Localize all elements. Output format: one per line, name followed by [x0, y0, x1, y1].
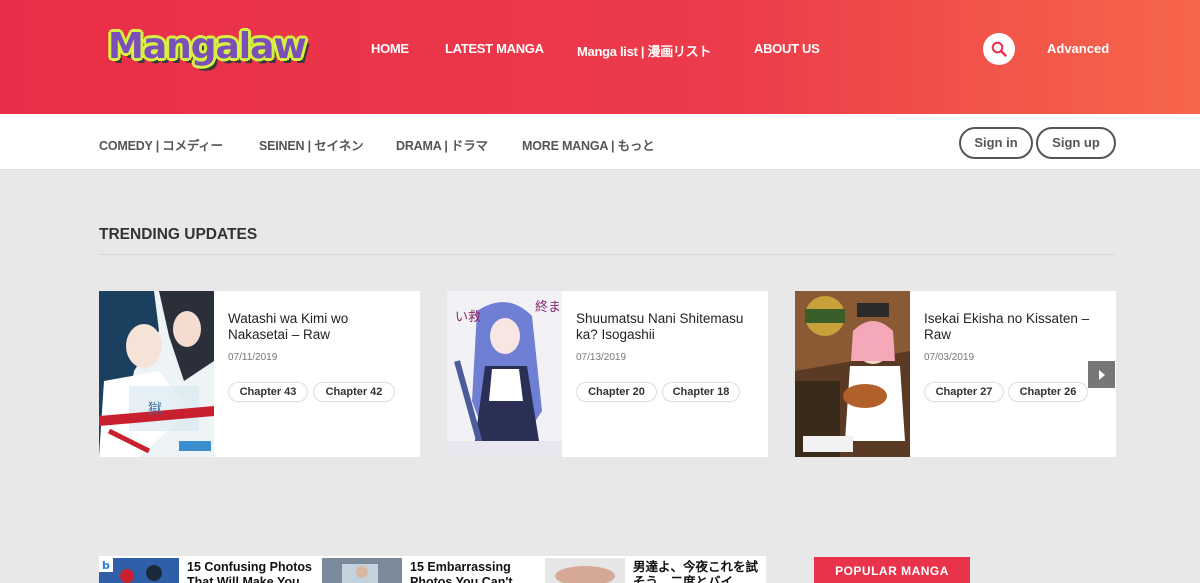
update-date: 07/13/2019: [576, 352, 627, 363]
chapter-link[interactable]: Chapter 20: [576, 382, 657, 402]
svg-text:獄: 獄: [146, 401, 162, 415]
nav-manga-list[interactable]: Manga list | 漫画リスト: [577, 41, 711, 60]
ad-headline[interactable]: 15 Confusing Photos That Will Make You: [187, 560, 317, 583]
manga-cover[interactable]: い救 終ま: [447, 291, 562, 457]
ad-item[interactable]: 15 Embarrassing Photos You Can't: [322, 556, 542, 583]
trending-card[interactable]: Isekai Ekisha no Kissaten – Raw 07/03/20…: [795, 291, 1116, 457]
chapter-link[interactable]: Chapter 43: [228, 382, 308, 402]
main-nav: HOME LATEST MANGA Manga list | 漫画リスト ABO…: [0, 41, 1200, 60]
nav-about-us[interactable]: ABOUT US: [754, 41, 820, 56]
ad-thumbnail[interactable]: [322, 558, 402, 583]
nav-seinen[interactable]: SEINEN | セイネン: [259, 135, 364, 154]
chapter-link[interactable]: Chapter 42: [313, 382, 395, 402]
chapter-link[interactable]: Chapter 27: [924, 382, 1004, 402]
manga-cover[interactable]: [795, 291, 910, 457]
nav-latest-manga[interactable]: LATEST MANGA: [445, 41, 544, 56]
nav-home[interactable]: HOME: [371, 41, 409, 56]
trending-card[interactable]: い救 終ま Shuumatsu Nani Shitemasu ka? Isoga…: [447, 291, 768, 457]
svg-text:b: b: [102, 559, 110, 572]
ad-headline[interactable]: 15 Embarrassing Photos You Can't: [410, 560, 540, 583]
manga-title[interactable]: Watashi wa Kimi wo Nakasetai – Raw: [228, 311, 408, 343]
update-date: 07/03/2019: [924, 352, 975, 363]
ad-thumbnail[interactable]: b: [99, 558, 179, 583]
category-nav: COMEDY | コメディー SEINEN | セイネン DRAMA | ドラマ…: [0, 114, 1200, 170]
chapter-link[interactable]: Chapter 26: [1008, 382, 1088, 402]
svg-text:終ま: 終ま: [535, 299, 561, 315]
search-icon: [991, 41, 1007, 57]
sign-in-button[interactable]: Sign in: [959, 127, 1033, 159]
update-date: 07/11/2019: [228, 352, 278, 363]
popular-manga-heading: POPULAR MANGA: [814, 557, 970, 583]
arrow-right-icon[interactable]: [1088, 361, 1115, 388]
chapter-link[interactable]: Chapter 18: [662, 382, 740, 402]
ad-item[interactable]: 男達よ、今夜これを試そう、二度とバイ: [545, 556, 766, 583]
section-title-trending: TRENDING UPDATES: [99, 226, 258, 243]
manga-cover[interactable]: 獄: [99, 291, 214, 457]
nav-drama[interactable]: DRAMA | ドラマ: [396, 135, 488, 154]
nav-more-manga[interactable]: MORE MANGA | もっと: [522, 135, 655, 154]
advanced-search-link[interactable]: Advanced: [1047, 41, 1109, 56]
ad-thumbnail[interactable]: [545, 558, 625, 583]
search-button[interactable]: [983, 33, 1015, 65]
svg-text:い救: い救: [455, 309, 481, 325]
trending-card[interactable]: 獄 Watashi wa Kimi wo Nakasetai – Raw 07/…: [99, 291, 420, 457]
site-header: Mangalaw HOME LATEST MANGA Manga list | …: [0, 0, 1200, 114]
ad-item[interactable]: b 15 Confusing Photos That Will Make You: [99, 556, 314, 583]
section-divider: [99, 254, 1115, 255]
ad-headline[interactable]: 男達よ、今夜これを試そう、二度とバイ: [633, 560, 763, 583]
ad-strip: b 15 Confusing Photos That Will Make You…: [99, 556, 766, 583]
manga-title[interactable]: Isekai Ekisha no Kissaten – Raw: [924, 311, 1104, 343]
nav-comedy[interactable]: COMEDY | コメディー: [99, 135, 223, 154]
manga-title[interactable]: Shuumatsu Nani Shitemasu ka? Isogashii: [576, 311, 756, 343]
sign-up-button[interactable]: Sign up: [1036, 127, 1116, 159]
